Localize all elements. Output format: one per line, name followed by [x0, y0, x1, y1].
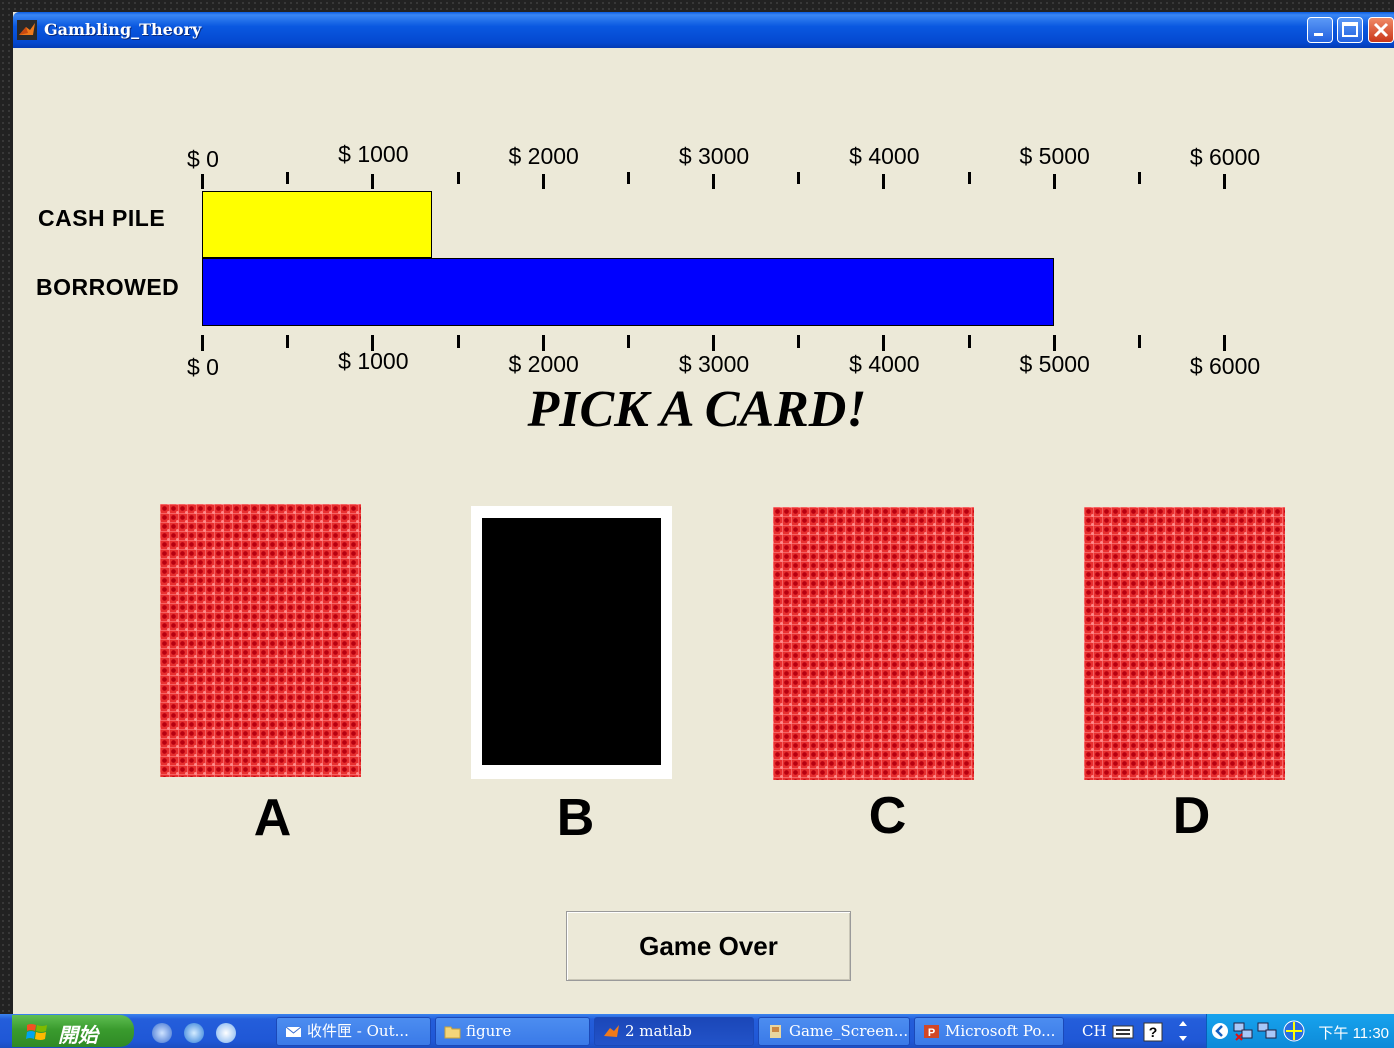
maximize-icon	[1342, 22, 1358, 37]
ime-arrows-icon[interactable]	[1176, 1018, 1190, 1044]
network-connection-icon[interactable]	[1257, 1021, 1279, 1041]
top-axis-tick-label: $ 1000	[338, 141, 409, 167]
bottom-axis-minor-tick	[1137, 335, 1141, 348]
clock: 下午 11:30	[1318, 1025, 1389, 1042]
start-label: 開始	[58, 1025, 98, 1047]
bottom-axis-major-tick	[1223, 335, 1226, 351]
task-matlab[interactable]: 2 matlab	[594, 1017, 754, 1046]
task-matlab-label: 2 matlab	[625, 1022, 692, 1040]
pick-a-card-prompt: PICK A CARD!	[527, 381, 867, 438]
window-title: Gambling_Theory	[44, 20, 202, 39]
bottom-axis-minor-tick	[967, 335, 971, 348]
folder-icon	[444, 1026, 461, 1039]
card-b-face	[482, 518, 661, 765]
task-outlook-label: 收件匣 - Out...	[307, 1022, 409, 1040]
top-axis-minor-tick	[1137, 172, 1141, 184]
matlab-icon	[17, 20, 37, 40]
minimize-icon	[1314, 33, 1323, 36]
language-indicator[interactable]: CH	[1082, 1022, 1107, 1040]
start-button[interactable]: 開始	[12, 1015, 134, 1047]
tray-expand-icon[interactable]	[1211, 1022, 1229, 1040]
card-d-label: D	[1172, 787, 1211, 845]
game-over-button[interactable]: Game Over	[566, 911, 851, 981]
top-axis-major-tick	[201, 174, 204, 189]
bottom-axis-tick-label: $ 5000	[1019, 351, 1090, 377]
bottom-axis-tick-label: $ 4000	[849, 351, 920, 377]
bottom-axis-major-tick	[1052, 335, 1056, 351]
media-player-quicklaunch-icon[interactable]	[216, 1023, 236, 1043]
bottom-axis-minor-tick	[626, 335, 630, 348]
card-a[interactable]	[160, 504, 361, 777]
system-tray: 下午 11:30	[1206, 1014, 1394, 1048]
card-a-label: A	[253, 789, 292, 847]
top-axis-minor-tick	[456, 172, 460, 184]
keyboard-icon[interactable]	[1112, 1024, 1134, 1040]
task-outlook[interactable]: 收件匣 - Out...	[276, 1017, 431, 1046]
top-axis-minor-tick	[797, 172, 801, 184]
top-axis-minor-tick	[626, 172, 630, 184]
task-game-screen-label: Game_Screen...	[789, 1022, 909, 1040]
paint-icon	[770, 1025, 781, 1038]
outlook-quicklaunch-icon[interactable]	[152, 1023, 172, 1043]
bottom-axis-major-tick	[882, 335, 886, 351]
ie-quicklaunch-icon[interactable]	[184, 1023, 204, 1043]
top-axis-tick-label: $ 2000	[508, 143, 579, 169]
matlab-icon	[604, 1025, 619, 1037]
bottom-axis-minor-tick	[286, 335, 290, 348]
top-axis-minor-tick	[286, 172, 290, 184]
bottom-axis-tick-label: $ 1000	[338, 348, 409, 374]
maximize-button[interactable]	[1337, 17, 1363, 43]
svg-text:P: P	[928, 1027, 935, 1039]
windows-flag-icon	[26, 1024, 47, 1040]
bottom-axis-major-tick	[201, 335, 204, 351]
close-icon	[1373, 22, 1389, 38]
status-globe-icon[interactable]	[1283, 1020, 1305, 1042]
card-c[interactable]	[773, 507, 974, 780]
card-b[interactable]	[471, 506, 672, 779]
card-b-label: B	[556, 789, 595, 847]
close-button[interactable]	[1368, 17, 1394, 43]
top-axis-tick-label: $ 5000	[1019, 143, 1090, 169]
bottom-axis-major-tick	[712, 335, 715, 351]
borrowed-bar	[202, 258, 1054, 326]
top-axis-tick-label: $ 4000	[849, 143, 920, 169]
top-axis-tick-label: $ 0	[187, 146, 219, 172]
cash-pile-label: CASH PILE	[38, 205, 166, 231]
top-axis-major-tick	[541, 174, 545, 189]
task-powerpoint[interactable]: P Microsoft Po...	[914, 1017, 1064, 1046]
bottom-axis-tick-label: $ 2000	[508, 351, 579, 377]
bottom-axis-tick-label: $ 6000	[1189, 353, 1261, 379]
help-icon[interactable]: ?	[1143, 1022, 1163, 1042]
task-game-screen[interactable]: Game_Screen...	[758, 1017, 910, 1046]
bottom-axis-major-tick	[541, 335, 545, 351]
task-powerpoint-label: Microsoft Po...	[945, 1022, 1056, 1040]
card-d[interactable]	[1084, 507, 1285, 780]
title-bar[interactable]: Gambling_Theory	[13, 12, 1394, 48]
top-axis-tick-label: $ 6000	[1189, 144, 1261, 170]
top-axis-tick-label: $ 3000	[678, 143, 750, 169]
task-figure-label: figure	[466, 1022, 512, 1040]
top-axis-major-tick	[882, 174, 886, 189]
bottom-axis-minor-tick	[797, 335, 801, 348]
svg-text:?: ?	[1149, 1024, 1158, 1040]
top-axis-major-tick	[1223, 174, 1226, 189]
task-figure[interactable]: figure	[435, 1017, 590, 1046]
network-icon[interactable]	[1233, 1021, 1255, 1041]
bottom-axis-minor-tick	[456, 335, 460, 348]
powerpoint-icon: P	[924, 1025, 939, 1039]
bottom-axis-tick-label: $ 3000	[678, 351, 750, 377]
minimize-button[interactable]	[1307, 17, 1333, 43]
card-c-label: C	[868, 787, 907, 845]
cash-pile-bar	[202, 191, 432, 258]
top-axis-major-tick	[371, 174, 375, 189]
bottom-axis-tick-label: $ 0	[187, 354, 219, 380]
mail-icon	[285, 1026, 302, 1037]
top-axis-minor-tick	[967, 172, 971, 184]
top-axis-major-tick	[712, 174, 715, 189]
top-axis-major-tick	[1052, 174, 1056, 189]
borrowed-label: BORROWED	[36, 274, 180, 300]
